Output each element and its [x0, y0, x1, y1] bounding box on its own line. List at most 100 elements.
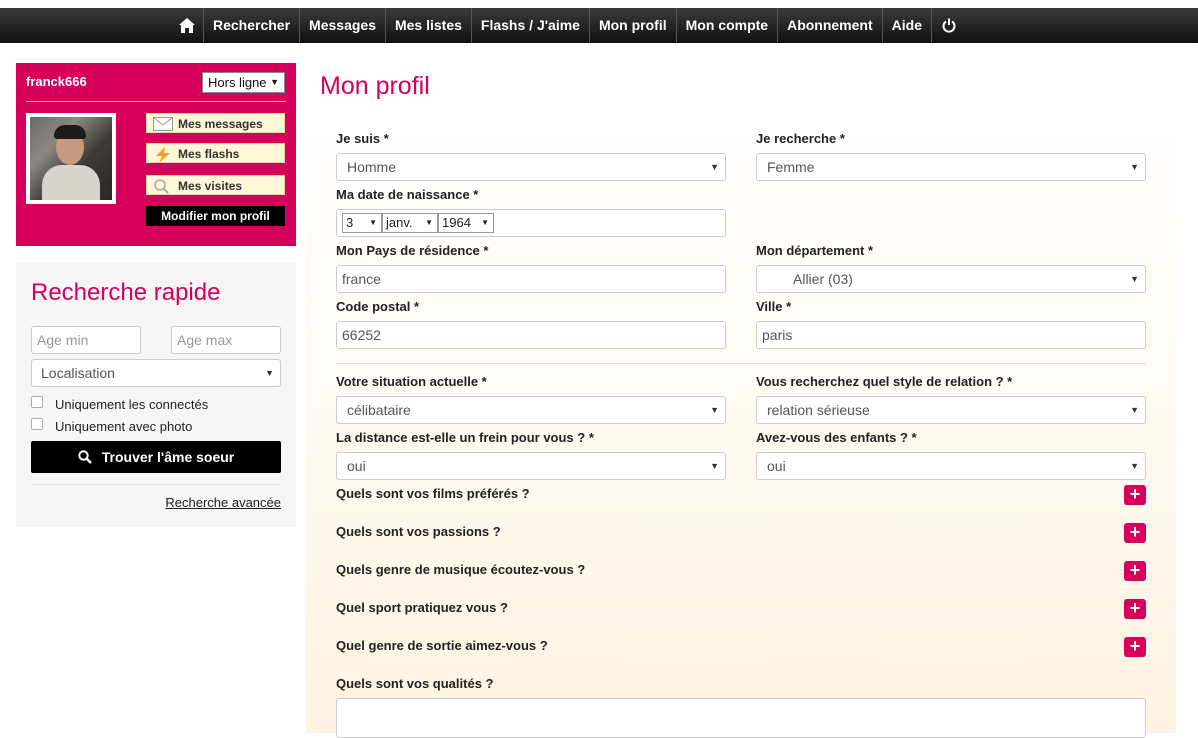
- nav-aide[interactable]: Aide: [883, 8, 932, 43]
- find-soulmate-button[interactable]: Trouver l'âme soeur: [31, 441, 281, 473]
- nav-mon-profil[interactable]: Mon profil: [590, 8, 677, 43]
- age-min-input[interactable]: Age min: [31, 326, 141, 354]
- distance-select[interactable]: oui ▼: [336, 452, 726, 480]
- my-messages-label: Mes messages: [178, 117, 263, 131]
- chevron-down-icon: ▼: [1130, 405, 1139, 415]
- relation-select[interactable]: relation sérieuse ▼: [756, 396, 1146, 424]
- chevron-down-icon: ▼: [710, 162, 719, 172]
- status-select[interactable]: Hors ligne ▼: [202, 72, 285, 93]
- chevron-down-icon: ▼: [1130, 461, 1139, 471]
- distance-value: oui: [347, 458, 366, 474]
- age-max-input[interactable]: Age max: [171, 326, 281, 354]
- birthdate-field: 3 ▼ janv. ▼ 1964 ▼: [336, 209, 726, 237]
- chevron-down-icon: ▼: [425, 218, 433, 227]
- my-visits-label: Mes visites: [178, 179, 243, 193]
- postal-code-label: Code postal *: [336, 299, 420, 314]
- chevron-down-icon: ▼: [710, 461, 719, 471]
- department-value: Allier (03): [793, 271, 853, 287]
- nav-flashs[interactable]: Flashs / J'aime: [472, 8, 590, 43]
- qualities-question: Quels sont vos qualités ?: [336, 676, 494, 691]
- birth-month-select[interactable]: janv. ▼: [382, 213, 438, 233]
- find-soulmate-label: Trouver l'âme soeur: [101, 449, 235, 465]
- birthdate-label: Ma date de naissance *: [336, 187, 479, 202]
- outing-question: Quel genre de sortie aimez-vous ?: [336, 638, 548, 653]
- chevron-down-icon: ▼: [270, 77, 279, 87]
- gender-label: Je suis *: [336, 131, 389, 146]
- nav-messages[interactable]: Messages: [300, 8, 386, 43]
- chevron-down-icon: ▼: [369, 218, 377, 227]
- situation-value: célibataire: [347, 402, 411, 418]
- department-select[interactable]: Allier (03) ▼: [756, 265, 1146, 293]
- advanced-search-link[interactable]: Recherche avancée: [165, 495, 281, 510]
- lightning-icon: [153, 147, 173, 163]
- birth-year-select[interactable]: 1964 ▼: [438, 213, 494, 233]
- children-label: Avez-vous des enfants ? *: [756, 430, 917, 445]
- seeking-select[interactable]: Femme ▼: [756, 153, 1146, 181]
- my-flashs-button[interactable]: Mes flashs: [146, 143, 285, 163]
- sport-expand-button[interactable]: +: [1124, 599, 1146, 619]
- situation-select[interactable]: célibataire ▼: [336, 396, 726, 424]
- user-panel: franck666 Hors ligne ▼ Mes messages Mes …: [16, 63, 296, 246]
- seeking-label: Je recherche *: [756, 131, 845, 146]
- only-connected-checkbox[interactable]: [31, 396, 43, 408]
- relation-value: relation sérieuse: [767, 402, 870, 418]
- sport-question: Quel sport pratiquez vous ?: [336, 600, 508, 615]
- profile-form: Je suis * Homme ▼ Je recherche * Femme ▼ M…: [306, 117, 1176, 738]
- relation-label: Vous recherchez quel style de relation ?…: [756, 374, 1013, 389]
- films-question: Quels sont vos films préférés ?: [336, 486, 530, 501]
- top-navbar: Rechercher Messages Mes listes Flashs / …: [0, 8, 1198, 43]
- search-icon: [78, 450, 92, 464]
- music-expand-button[interactable]: +: [1124, 561, 1146, 581]
- my-flashs-label: Mes flashs: [178, 147, 240, 161]
- avatar[interactable]: [26, 113, 116, 204]
- birth-day-select[interactable]: 3 ▼: [342, 213, 382, 233]
- nav-mon-compte[interactable]: Mon compte: [677, 8, 779, 43]
- page-title: Mon profil: [320, 72, 430, 100]
- children-value: oui: [767, 458, 786, 474]
- nav-abonnement[interactable]: Abonnement: [778, 8, 883, 43]
- chevron-down-icon: ▼: [1130, 162, 1139, 172]
- seeking-value: Femme: [767, 159, 815, 175]
- passions-question: Quels sont vos passions ?: [336, 524, 501, 539]
- my-visits-button[interactable]: Mes visites: [146, 175, 285, 195]
- chevron-down-icon: ▼: [710, 405, 719, 415]
- outing-expand-button[interactable]: +: [1124, 637, 1146, 657]
- country-label: Mon Pays de résidence *: [336, 243, 489, 258]
- nav-mes-listes[interactable]: Mes listes: [386, 8, 472, 43]
- chevron-down-icon: ▼: [481, 218, 489, 227]
- envelope-icon: [153, 117, 173, 131]
- divider: [26, 101, 286, 102]
- gender-select[interactable]: Homme ▼: [336, 153, 726, 181]
- birth-day-value: 3: [346, 215, 354, 230]
- situation-label: Votre situation actuelle *: [336, 374, 487, 389]
- quick-search-panel: Recherche rapide Age min Age max Localis…: [16, 262, 296, 527]
- nav-menu: Rechercher Messages Mes listes Flashs / …: [170, 8, 966, 43]
- chevron-down-icon: ▼: [265, 368, 274, 378]
- qualities-textarea[interactable]: [336, 698, 1146, 738]
- status-value: Hors ligne: [208, 75, 267, 90]
- only-photo-label: Uniquement avec photo: [55, 419, 193, 434]
- divider: [31, 484, 281, 485]
- only-connected-label: Uniquement les connectés: [55, 397, 209, 412]
- chevron-down-icon: ▼: [1130, 274, 1139, 284]
- power-icon[interactable]: [932, 8, 966, 43]
- department-label: Mon département *: [756, 243, 874, 258]
- quick-search-title: Recherche rapide: [31, 279, 221, 306]
- gender-value: Homme: [347, 159, 397, 175]
- only-photo-checkbox[interactable]: [31, 418, 43, 430]
- avatar-photo: [30, 117, 112, 200]
- birth-month-value: janv.: [386, 215, 413, 230]
- username: franck666: [26, 74, 87, 89]
- home-icon[interactable]: [170, 8, 204, 43]
- postal-code-input[interactable]: 66252: [336, 321, 726, 349]
- location-value: Localisation: [41, 365, 115, 381]
- location-select[interactable]: Localisation ▼: [31, 359, 281, 387]
- edit-profile-button[interactable]: Modifier mon profil: [146, 206, 285, 226]
- country-input[interactable]: france: [336, 265, 726, 293]
- my-messages-button[interactable]: Mes messages: [146, 113, 285, 133]
- city-input[interactable]: paris: [756, 321, 1146, 349]
- films-expand-button[interactable]: +: [1124, 485, 1146, 505]
- passions-expand-button[interactable]: +: [1124, 523, 1146, 543]
- nav-rechercher[interactable]: Rechercher: [204, 8, 301, 43]
- children-select[interactable]: oui ▼: [756, 452, 1146, 480]
